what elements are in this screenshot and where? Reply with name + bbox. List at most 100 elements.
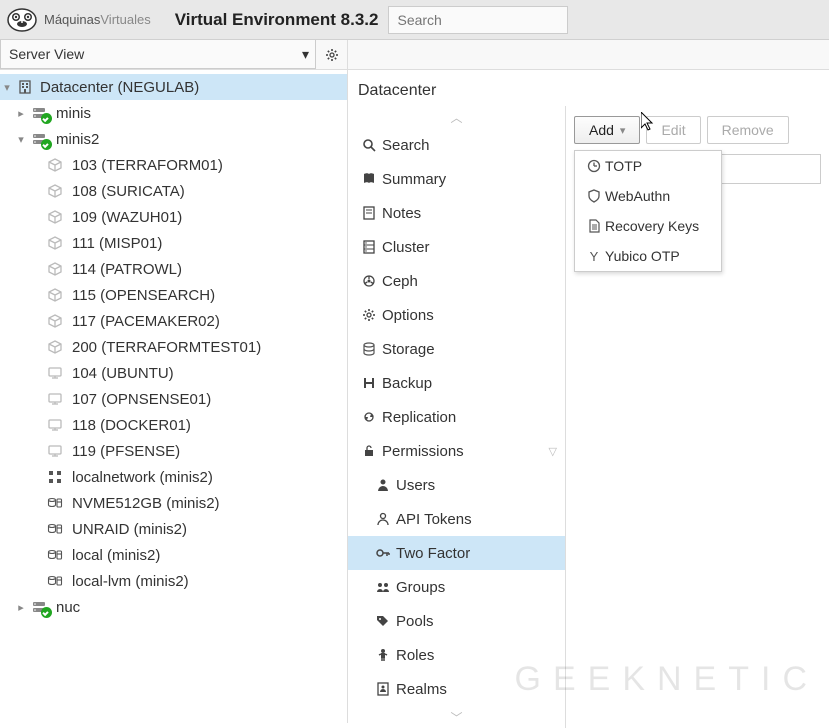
tree-item[interactable]: ▸nuc bbox=[0, 594, 347, 620]
content-pane: Add ▾ Edit Remove TOTPWebAuthnRecovery K… bbox=[566, 106, 829, 728]
tree-item[interactable]: ▸UNRAID (minis2) bbox=[0, 516, 347, 542]
nav-search[interactable]: Search bbox=[348, 128, 565, 162]
tree-item[interactable]: ▸114 (PATROWL) bbox=[0, 256, 347, 282]
ct-icon bbox=[44, 234, 66, 252]
tree-item[interactable]: ▸117 (PACEMAKER02) bbox=[0, 308, 347, 334]
node-icon bbox=[28, 104, 50, 122]
nav-apitokens[interactable]: API Tokens bbox=[348, 502, 565, 536]
node-icon bbox=[28, 130, 50, 148]
tree-item[interactable]: ▸103 (TERRAFORM01) bbox=[0, 152, 347, 178]
nav-label: Backup bbox=[382, 375, 432, 392]
logo-icon bbox=[4, 5, 40, 35]
menu-recovery[interactable]: Recovery Keys bbox=[575, 211, 721, 241]
search-icon bbox=[356, 137, 382, 153]
nav-label: Users bbox=[396, 477, 435, 494]
expand-arrow[interactable]: ▸ bbox=[14, 601, 28, 614]
tree-item-label: 117 (PACEMAKER02) bbox=[72, 313, 220, 330]
vm-icon bbox=[44, 416, 66, 434]
tree-item-label: 103 (TERRAFORM01) bbox=[72, 157, 223, 174]
settings-button[interactable] bbox=[316, 40, 348, 69]
nav-label: Permissions bbox=[382, 443, 464, 460]
nav-options[interactable]: Options bbox=[348, 298, 565, 332]
breadcrumb: Datacenter bbox=[348, 70, 829, 106]
search-input[interactable] bbox=[388, 6, 568, 34]
tree-item[interactable]: ▸ minis bbox=[0, 100, 347, 126]
nav-label: Ceph bbox=[382, 273, 418, 290]
ct-icon bbox=[44, 208, 66, 226]
config-nav: ︿ SearchSummaryNotesCluster Ceph OptionsSt… bbox=[348, 106, 566, 728]
tree-item[interactable]: ▾minis2 bbox=[0, 126, 347, 152]
note-icon bbox=[356, 205, 382, 221]
nav-backup[interactable]: Backup bbox=[348, 366, 565, 400]
nav-twofactor[interactable]: Two Factor bbox=[348, 536, 565, 570]
tree-item[interactable]: ▸NVME512GB (minis2) bbox=[0, 490, 347, 516]
app-header: MáquinasVirtuales Virtual Environment 8.… bbox=[0, 0, 829, 40]
tree-item[interactable]: ▸localnetwork (minis2) bbox=[0, 464, 347, 490]
chevron-down-icon: ▽ bbox=[549, 445, 557, 458]
nav-storage[interactable]: Storage bbox=[348, 332, 565, 366]
tree-item[interactable]: ▸109 (WAZUH01) bbox=[0, 204, 347, 230]
shield-icon bbox=[583, 188, 605, 204]
nav-scroll-up[interactable]: ︿ bbox=[348, 106, 565, 128]
menu-totp[interactable]: TOTP bbox=[575, 151, 721, 181]
vm-icon bbox=[44, 390, 66, 408]
nav-notes[interactable]: Notes bbox=[348, 196, 565, 230]
tree-item[interactable]: ▸104 (UBUNTU) bbox=[0, 360, 347, 386]
edit-button[interactable]: Edit bbox=[646, 116, 700, 144]
add-button[interactable]: Add ▾ bbox=[574, 116, 640, 144]
addressbook-icon bbox=[370, 681, 396, 697]
nav-ceph[interactable]: Ceph bbox=[348, 264, 565, 298]
tree-item[interactable]: ▸111 (MISP01) bbox=[0, 230, 347, 256]
tree-item[interactable]: ▸108 (SURICATA) bbox=[0, 178, 347, 204]
expand-arrow[interactable]: ▸ bbox=[14, 107, 28, 120]
sdn-icon bbox=[44, 468, 66, 486]
y-icon bbox=[583, 248, 605, 264]
tree-item[interactable]: ▸local (minis2) bbox=[0, 542, 347, 568]
group-icon bbox=[370, 579, 396, 595]
tree-item[interactable]: ▸local-lvm (minis2) bbox=[0, 568, 347, 594]
repl-icon bbox=[356, 409, 382, 425]
tree-item-label: localnetwork (minis2) bbox=[72, 469, 213, 486]
key-icon bbox=[370, 545, 396, 561]
resource-tree: ▾ Datacenter (NEGULAB) ▸minis▾minis2▸103… bbox=[0, 70, 348, 723]
tree-item-label: UNRAID (minis2) bbox=[72, 521, 187, 538]
tree-item[interactable]: ▸115 (OPENSEARCH) bbox=[0, 282, 347, 308]
nav-replication[interactable]: Replication bbox=[348, 400, 565, 434]
tree-item[interactable]: ▸107 (OPNSENSE01) bbox=[0, 386, 347, 412]
expand-arrow[interactable]: ▾ bbox=[14, 133, 28, 146]
nav-pools[interactable]: Pools bbox=[348, 604, 565, 638]
nav-label: Replication bbox=[382, 409, 456, 426]
ceph-icon bbox=[356, 273, 382, 289]
global-search[interactable] bbox=[388, 6, 568, 34]
vm-icon bbox=[44, 442, 66, 460]
remove-button[interactable]: Remove bbox=[707, 116, 789, 144]
server-view-dropdown[interactable]: Server View ▾ bbox=[0, 40, 316, 69]
node-icon bbox=[28, 598, 50, 616]
tree-item[interactable]: ▸119 (PFSENSE) bbox=[0, 438, 347, 464]
nav-scroll-down[interactable]: ﹀ bbox=[348, 706, 565, 728]
user-icon bbox=[370, 477, 396, 493]
menu-webauthn[interactable]: WebAuthn bbox=[575, 181, 721, 211]
nav-users[interactable]: Users bbox=[348, 468, 565, 502]
storage-icon bbox=[44, 520, 66, 538]
menu-yubico[interactable]: Yubico OTP bbox=[575, 241, 721, 271]
tree-root-datacenter[interactable]: ▾ Datacenter (NEGULAB) bbox=[0, 74, 347, 100]
storage-icon bbox=[44, 494, 66, 512]
menu-label: Yubico OTP bbox=[605, 248, 680, 264]
ct-icon bbox=[44, 156, 66, 174]
nav-summary[interactable]: Summary bbox=[348, 162, 565, 196]
nav-label: Roles bbox=[396, 647, 434, 664]
clock-icon bbox=[583, 158, 605, 174]
nav-permissions[interactable]: Permissions ▽ bbox=[348, 434, 565, 468]
tree-item-label: 104 (UBUNTU) bbox=[72, 365, 174, 382]
tree-item-label: 119 (PFSENSE) bbox=[72, 443, 180, 460]
chevron-down-icon: ▾ bbox=[620, 124, 626, 137]
nav-cluster[interactable]: Cluster bbox=[348, 230, 565, 264]
tree-item-label: NVME512GB (minis2) bbox=[72, 495, 220, 512]
nav-groups[interactable]: Groups bbox=[348, 570, 565, 604]
tree-item[interactable]: ▸200 (TERRAFORMTEST01) bbox=[0, 334, 347, 360]
tree-item-label: minis bbox=[56, 105, 91, 122]
tree-root-label: Datacenter (NEGULAB) bbox=[40, 79, 199, 96]
view-toolbar: Server View ▾ bbox=[0, 40, 829, 70]
tree-item[interactable]: ▸118 (DOCKER01) bbox=[0, 412, 347, 438]
